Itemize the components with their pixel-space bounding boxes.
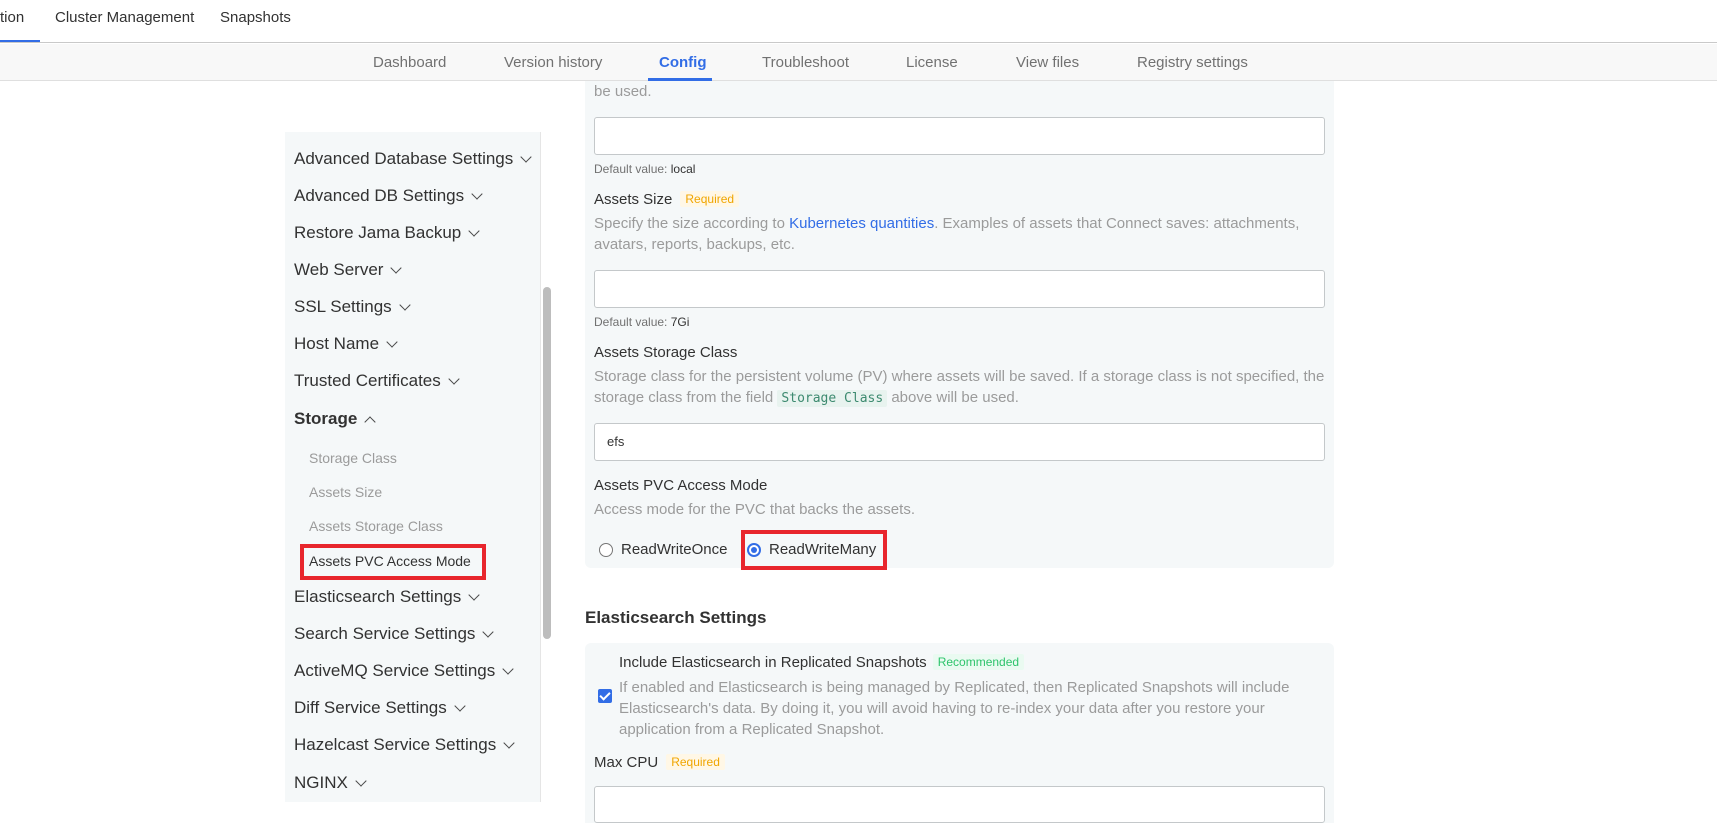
tab-version-history[interactable]: Version history — [504, 54, 602, 71]
sidebar-item-host-name[interactable]: Host Name — [294, 334, 398, 354]
include-elasticsearch-checkbox[interactable] — [598, 689, 612, 703]
sidebar-item-storage[interactable]: Storage — [294, 409, 376, 429]
sidebar-item-diff-service-settings[interactable]: Diff Service Settings — [294, 698, 466, 718]
radio-read-write-once[interactable]: ReadWriteOnce — [599, 541, 727, 558]
sidebar-item-label: NGINX — [294, 773, 348, 792]
sidebar-item-label: ActiveMQ Service Settings — [294, 661, 496, 680]
sidebar-subitem-assets-storage-class[interactable]: Assets Storage Class — [309, 518, 443, 534]
sidebar-subitem-storage-class[interactable]: Storage Class — [309, 450, 397, 466]
active-tab-underline — [0, 40, 40, 42]
highlight-box-sidebar — [300, 544, 486, 580]
sidebar-item-search-service-settings[interactable]: Search Service Settings — [294, 624, 495, 644]
sidebar-item-label: Diff Service Settings — [294, 698, 447, 717]
kubernetes-quantities-link[interactable]: Kubernetes quantities — [789, 215, 934, 232]
tab-troubleshoot[interactable]: Troubleshoot — [762, 54, 849, 71]
radio-label: ReadWriteOnce — [621, 541, 728, 558]
tab-license[interactable]: License — [906, 54, 958, 71]
assets-storage-class-label: Assets Storage Class — [594, 344, 738, 361]
chevron-up-icon — [364, 415, 376, 428]
sidebar-item-label: Trusted Certificates — [294, 371, 441, 390]
assets-size-description: Specify the size according to Kubernetes… — [594, 215, 1300, 232]
tab-config[interactable]: Config — [659, 54, 706, 71]
assets-storage-class-description: Storage class for the persistent volume … — [594, 368, 1325, 385]
sidebar-item-label: Search Service Settings — [294, 624, 476, 643]
storage-class-code: Storage Class — [777, 390, 888, 407]
chevron-down-icon — [454, 699, 466, 712]
chevron-down-icon — [520, 150, 532, 163]
assets-storage-class-input[interactable]: efs — [594, 423, 1325, 461]
chevron-down-icon — [471, 187, 483, 200]
include-elasticsearch-description-line3: application from a Replicated Snapshot. — [619, 721, 885, 738]
sidebar-item-label: Web Server — [294, 260, 384, 279]
highlight-box-radio — [741, 530, 887, 570]
chevron-down-icon — [502, 662, 514, 675]
sidebar-item-label: Host Name — [294, 334, 380, 353]
sidebar-item-trusted-certificates[interactable]: Trusted Certificates — [294, 371, 460, 391]
chevron-down-icon — [390, 261, 403, 274]
sidebar-item-advanced-database-settings[interactable]: Advanced Database Settings — [294, 149, 532, 169]
tab-snapshots[interactable]: Snapshots — [220, 9, 291, 26]
include-elasticsearch-description: If enabled and Elasticsearch is being ma… — [619, 679, 1290, 696]
tab-registry-settings[interactable]: Registry settings — [1137, 54, 1248, 71]
max-cpu-label: Max CPU Required — [594, 754, 725, 771]
config-sidebar: Advanced Database Settings Advanced DB S… — [285, 132, 540, 802]
required-badge: Required — [666, 754, 725, 770]
sidebar-item-label: Hazelcast Service Settings — [294, 735, 497, 754]
sidebar-item-label: SSL Settings — [294, 297, 392, 316]
tab-view-files[interactable]: View files — [1016, 54, 1079, 71]
sidebar-item-activemq-service-settings[interactable]: ActiveMQ Service Settings — [294, 661, 514, 681]
storage-class-description-tail: be used. — [594, 83, 652, 100]
assets-size-default: Default value: 7Gi — [594, 315, 690, 329]
sidebar-item-label: Storage — [294, 409, 358, 428]
sidebar-item-hazelcast-service-settings[interactable]: Hazelcast Service Settings — [294, 735, 515, 755]
assets-size-description-line2: avatars, reports, backups, etc. — [594, 236, 795, 253]
chevron-down-icon — [355, 774, 367, 787]
include-elasticsearch-description-line2: Elasticsearch's data. By doing it, you w… — [619, 700, 1265, 717]
assets-pvc-access-mode-label: Assets PVC Access Mode — [594, 477, 768, 494]
sidebar-item-ssl-settings[interactable]: SSL Settings — [294, 297, 411, 317]
required-badge: Required — [680, 191, 740, 207]
radio-button[interactable] — [599, 542, 613, 557]
sidebar-item-advanced-db-settings[interactable]: Advanced DB Settings — [294, 186, 483, 206]
chevron-down-icon — [386, 335, 398, 348]
sidebar-item-nginx[interactable]: NGINX — [294, 773, 367, 793]
sidebar-item-label: Advanced Database Settings — [294, 149, 514, 168]
tab-application[interactable]: tion — [0, 9, 24, 26]
sidebar-scrollbar-thumb[interactable] — [543, 287, 551, 639]
chevron-down-icon — [448, 372, 460, 385]
storage-class-default: Default value: local — [594, 162, 696, 176]
assets-storage-class-description-line2: storage class from the field Storage Cla… — [594, 389, 1019, 407]
chevron-down-icon — [468, 588, 480, 601]
assets-size-label: Assets Size Required — [594, 191, 740, 208]
sidebar-item-label: Restore Jama Backup — [294, 223, 462, 242]
recommended-badge: Recommended — [932, 654, 1025, 670]
storage-class-input[interactable] — [594, 117, 1325, 155]
assets-size-input[interactable] — [594, 270, 1325, 308]
top-nav: tion Cluster Management Snapshots — [0, 0, 1717, 43]
sidebar-item-label: Advanced DB Settings — [294, 186, 465, 205]
sidebar-item-label: Elasticsearch Settings — [294, 587, 462, 606]
max-cpu-input[interactable] — [594, 786, 1325, 823]
chevron-down-icon — [482, 625, 495, 638]
sidebar-item-restore-jama-backup[interactable]: Restore Jama Backup — [294, 223, 480, 243]
chevron-down-icon — [503, 736, 515, 749]
sidebar-item-web-server[interactable]: Web Server — [294, 260, 403, 280]
sidebar-subitem-assets-size[interactable]: Assets Size — [309, 484, 382, 500]
tab-dashboard[interactable]: Dashboard — [373, 54, 446, 71]
sidebar-item-elasticsearch-settings[interactable]: Elasticsearch Settings — [294, 587, 480, 607]
tab-cluster-management[interactable]: Cluster Management — [55, 9, 194, 26]
assets-pvc-access-mode-description: Access mode for the PVC that backs the a… — [594, 501, 915, 518]
sub-nav: Dashboard Version history Config Trouble… — [0, 44, 1717, 81]
chevron-down-icon — [398, 298, 411, 311]
chevron-down-icon — [468, 224, 480, 237]
elasticsearch-section-title: Elasticsearch Settings — [585, 608, 767, 627]
include-elasticsearch-label: Include Elasticsearch in Replicated Snap… — [619, 654, 1025, 671]
